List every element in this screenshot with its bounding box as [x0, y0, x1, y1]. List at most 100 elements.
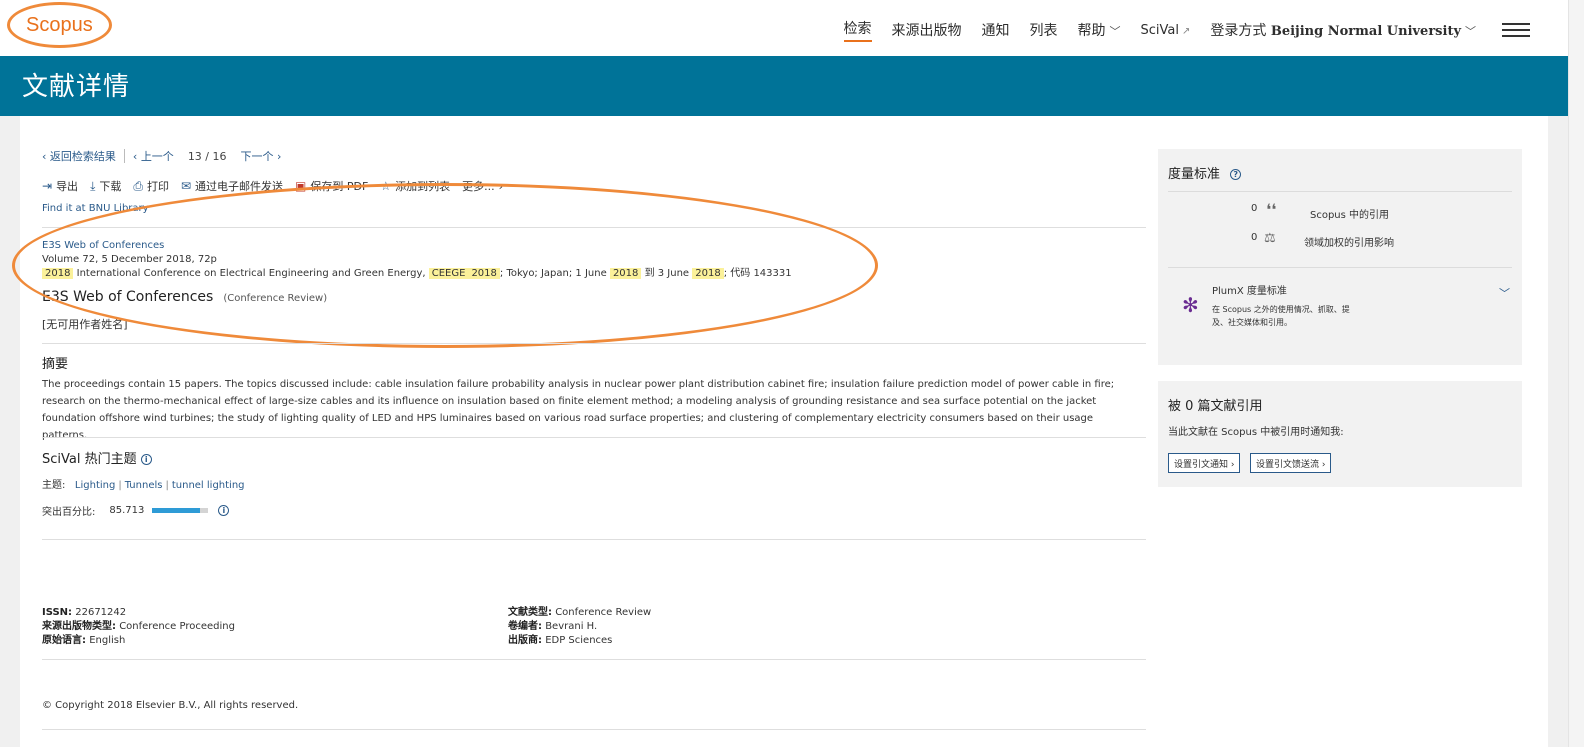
- conference-code: ; 代码 143331: [723, 268, 792, 279]
- cited-by-heading: 被 0 篇文献引用: [1168, 399, 1263, 414]
- metadata-left: ISSN: 22671242 来源出版物类型: Conference Proce…: [42, 606, 235, 648]
- page-banner: 文献详情: [0, 56, 1568, 116]
- add-list-label: 添加到列表: [395, 180, 451, 193]
- page-title: 文献详情: [22, 72, 131, 102]
- next-result-label: 下一个: [240, 150, 274, 163]
- metrics-panel: 度量标准 ? 0 ❛❛ Scopus 中的引用 0 ⚖ 领域加权的引用影响 ✻ …: [1158, 149, 1522, 365]
- next-result-link[interactable]: 下一个 ›: [241, 148, 282, 164]
- pipe-separator: |: [118, 480, 122, 491]
- highlight-year: 2018: [42, 268, 74, 279]
- set-citation-feed-label: 设置引文馈送流: [1256, 460, 1320, 470]
- email-label: 通过电子邮件发送: [195, 180, 284, 193]
- issn-label: ISSN:: [42, 607, 73, 618]
- login-prefix: 登录方式: [1210, 23, 1267, 39]
- nav-alerts[interactable]: 通知: [982, 20, 1010, 40]
- plumx-icon: ✻: [1182, 293, 1199, 317]
- info-icon[interactable]: ?: [1230, 169, 1242, 180]
- add-to-list-button[interactable]: ☆ 添加到列表: [380, 178, 450, 194]
- abstract-heading: 摘要: [42, 357, 69, 372]
- set-citation-alert-button[interactable]: 设置引文通知 ›: [1168, 453, 1241, 473]
- export-button[interactable]: ⇥ 导出: [42, 178, 78, 194]
- topic-label: 主题:: [42, 480, 66, 491]
- top-navigation-bar: Scopus 检索 来源出版物 通知 列表 帮助 ﹀ SciVal ↗ 登录方式 B…: [0, 0, 1568, 56]
- source-volume: Volume 72, 5 December 2018, 72p: [42, 254, 217, 265]
- divider: [42, 227, 1146, 228]
- info-icon[interactable]: i: [218, 505, 230, 516]
- external-link-icon: ↗: [1181, 25, 1191, 37]
- citations-count: 0: [1251, 203, 1258, 214]
- save-pdf-button[interactable]: ▣ 保存到 PDF: [295, 178, 368, 194]
- nav-lists[interactable]: 列表: [1030, 20, 1058, 40]
- prominence-bar-fill: [152, 508, 201, 513]
- print-button[interactable]: ⎙ 打印: [133, 178, 169, 194]
- find-it-link[interactable]: Find it at BNU Library: [42, 203, 149, 214]
- topic-link[interactable]: Tunnels: [125, 480, 163, 491]
- prominence-bar: [152, 508, 209, 513]
- nav-login[interactable]: 登录方式 Beijing Normal University ﹀: [1210, 20, 1476, 40]
- set-citation-feed-button[interactable]: 设置引文馈送流 ›: [1250, 453, 1332, 473]
- highlight-acronym: CEEGE: [428, 268, 469, 279]
- editor-value: Bevrani H.: [545, 621, 598, 632]
- divider: [42, 539, 1146, 540]
- document-type: (Conference Review): [223, 293, 328, 304]
- export-icon: ⇥: [42, 179, 53, 193]
- nav-scival-label: SciVal: [1140, 22, 1179, 38]
- publisher-row: 出版商: EDP Sciences: [508, 634, 651, 648]
- info-icon[interactable]: i: [140, 454, 152, 465]
- nav-help[interactable]: 帮助 ﹀: [1078, 20, 1121, 40]
- hamburger-menu-icon[interactable]: [1502, 23, 1530, 37]
- print-icon: ⎙: [133, 178, 143, 193]
- plumx-description: 在 Scopus 之外的使用情况、抓取、提及、社交媒体和引用。: [1212, 305, 1350, 327]
- topic-list: 主题: Lighting | Tunnels | tunnel lighting: [42, 476, 245, 491]
- chevron-right-icon: ›: [498, 179, 503, 193]
- pdf-icon: ▣: [295, 179, 307, 193]
- vertical-scrollbar[interactable]: [1568, 0, 1584, 747]
- source-title-link[interactable]: E3S Web of Conferences: [42, 239, 792, 253]
- divider: [1168, 267, 1512, 268]
- divider: [1168, 191, 1512, 192]
- metadata-right: 文献类型: Conference Review 卷编者: Bevrani H. …: [508, 606, 651, 648]
- topic-link[interactable]: Lighting: [75, 480, 115, 491]
- result-pager: ‹ 返回检索结果 ‹ 上一个 13 / 16 下一个 ›: [42, 148, 281, 164]
- publisher-value: EDP Sciences: [545, 635, 613, 646]
- scival-heading-label: SciVal 热门主题: [42, 452, 137, 467]
- highlight-year: 2018: [609, 268, 642, 279]
- issn-row: ISSN: 22671242: [42, 606, 235, 620]
- chevron-down-icon[interactable]: ﹀: [1499, 285, 1510, 301]
- main-nav: 检索 来源出版物 通知 列表 帮助 ﹀ SciVal ↗ 登录方式 Beijing …: [824, 18, 1530, 42]
- conference-end-date: 到 3 June: [644, 268, 690, 279]
- nav-search[interactable]: 检索: [843, 18, 872, 42]
- document-actions: ⇥ 导出 ⤓ 下载 ⎙ 打印 ✉ 通过电子邮件发送 ▣ 保存到 PDF ☆ 添加到列表 更多…: [42, 178, 515, 194]
- prev-result-link[interactable]: ‹ 上一个: [133, 148, 174, 164]
- download-label: 下载: [99, 180, 122, 193]
- back-to-results-link[interactable]: ‹ 返回检索结果: [42, 148, 116, 164]
- highlight-year: 2018: [468, 268, 500, 279]
- download-button[interactable]: ⤓ 下载: [90, 178, 121, 194]
- citations-label[interactable]: Scopus 中的引用: [1310, 206, 1389, 221]
- source-type-value: Conference Proceeding: [119, 621, 235, 632]
- nav-scival[interactable]: SciVal ↗: [1141, 23, 1191, 38]
- doc-type-row: 文献类型: Conference Review: [508, 606, 651, 620]
- prominence-value: 85.713: [109, 505, 145, 516]
- fwci-label[interactable]: 领域加权的引用影响: [1304, 234, 1394, 249]
- nav-sources[interactable]: 来源出版物: [892, 20, 962, 40]
- total-count: 16: [212, 149, 227, 163]
- source-type-label: 来源出版物类型:: [42, 621, 116, 632]
- quote-icon: ❛❛: [1266, 200, 1277, 219]
- highlight-year: 2018: [692, 268, 724, 279]
- doc-type-label: 文献类型:: [508, 607, 552, 618]
- topic-link[interactable]: tunnel lighting: [172, 480, 245, 491]
- annotation-circle-logo: [7, 2, 112, 48]
- email-button[interactable]: ✉ 通过电子邮件发送: [181, 178, 283, 194]
- document-title: E3S Web of Conferences: [42, 289, 214, 305]
- fwci-count: 0: [1251, 232, 1258, 243]
- nav-help-label: 帮助: [1077, 23, 1106, 39]
- star-icon: ☆: [380, 179, 392, 193]
- more-label: 更多...: [462, 180, 495, 193]
- plumx-block: PlumX 度量标准 在 Scopus 之外的使用情况、抓取、提及、社交媒体和引…: [1212, 285, 1352, 329]
- more-button[interactable]: 更多... ›: [462, 178, 503, 194]
- download-icon: ⤓: [90, 178, 96, 193]
- plumx-title: PlumX 度量标准: [1212, 286, 1287, 297]
- source-type-row: 来源出版物类型: Conference Proceeding: [42, 620, 235, 634]
- conference-location: ; Tokyo; Japan; 1 June: [499, 268, 607, 279]
